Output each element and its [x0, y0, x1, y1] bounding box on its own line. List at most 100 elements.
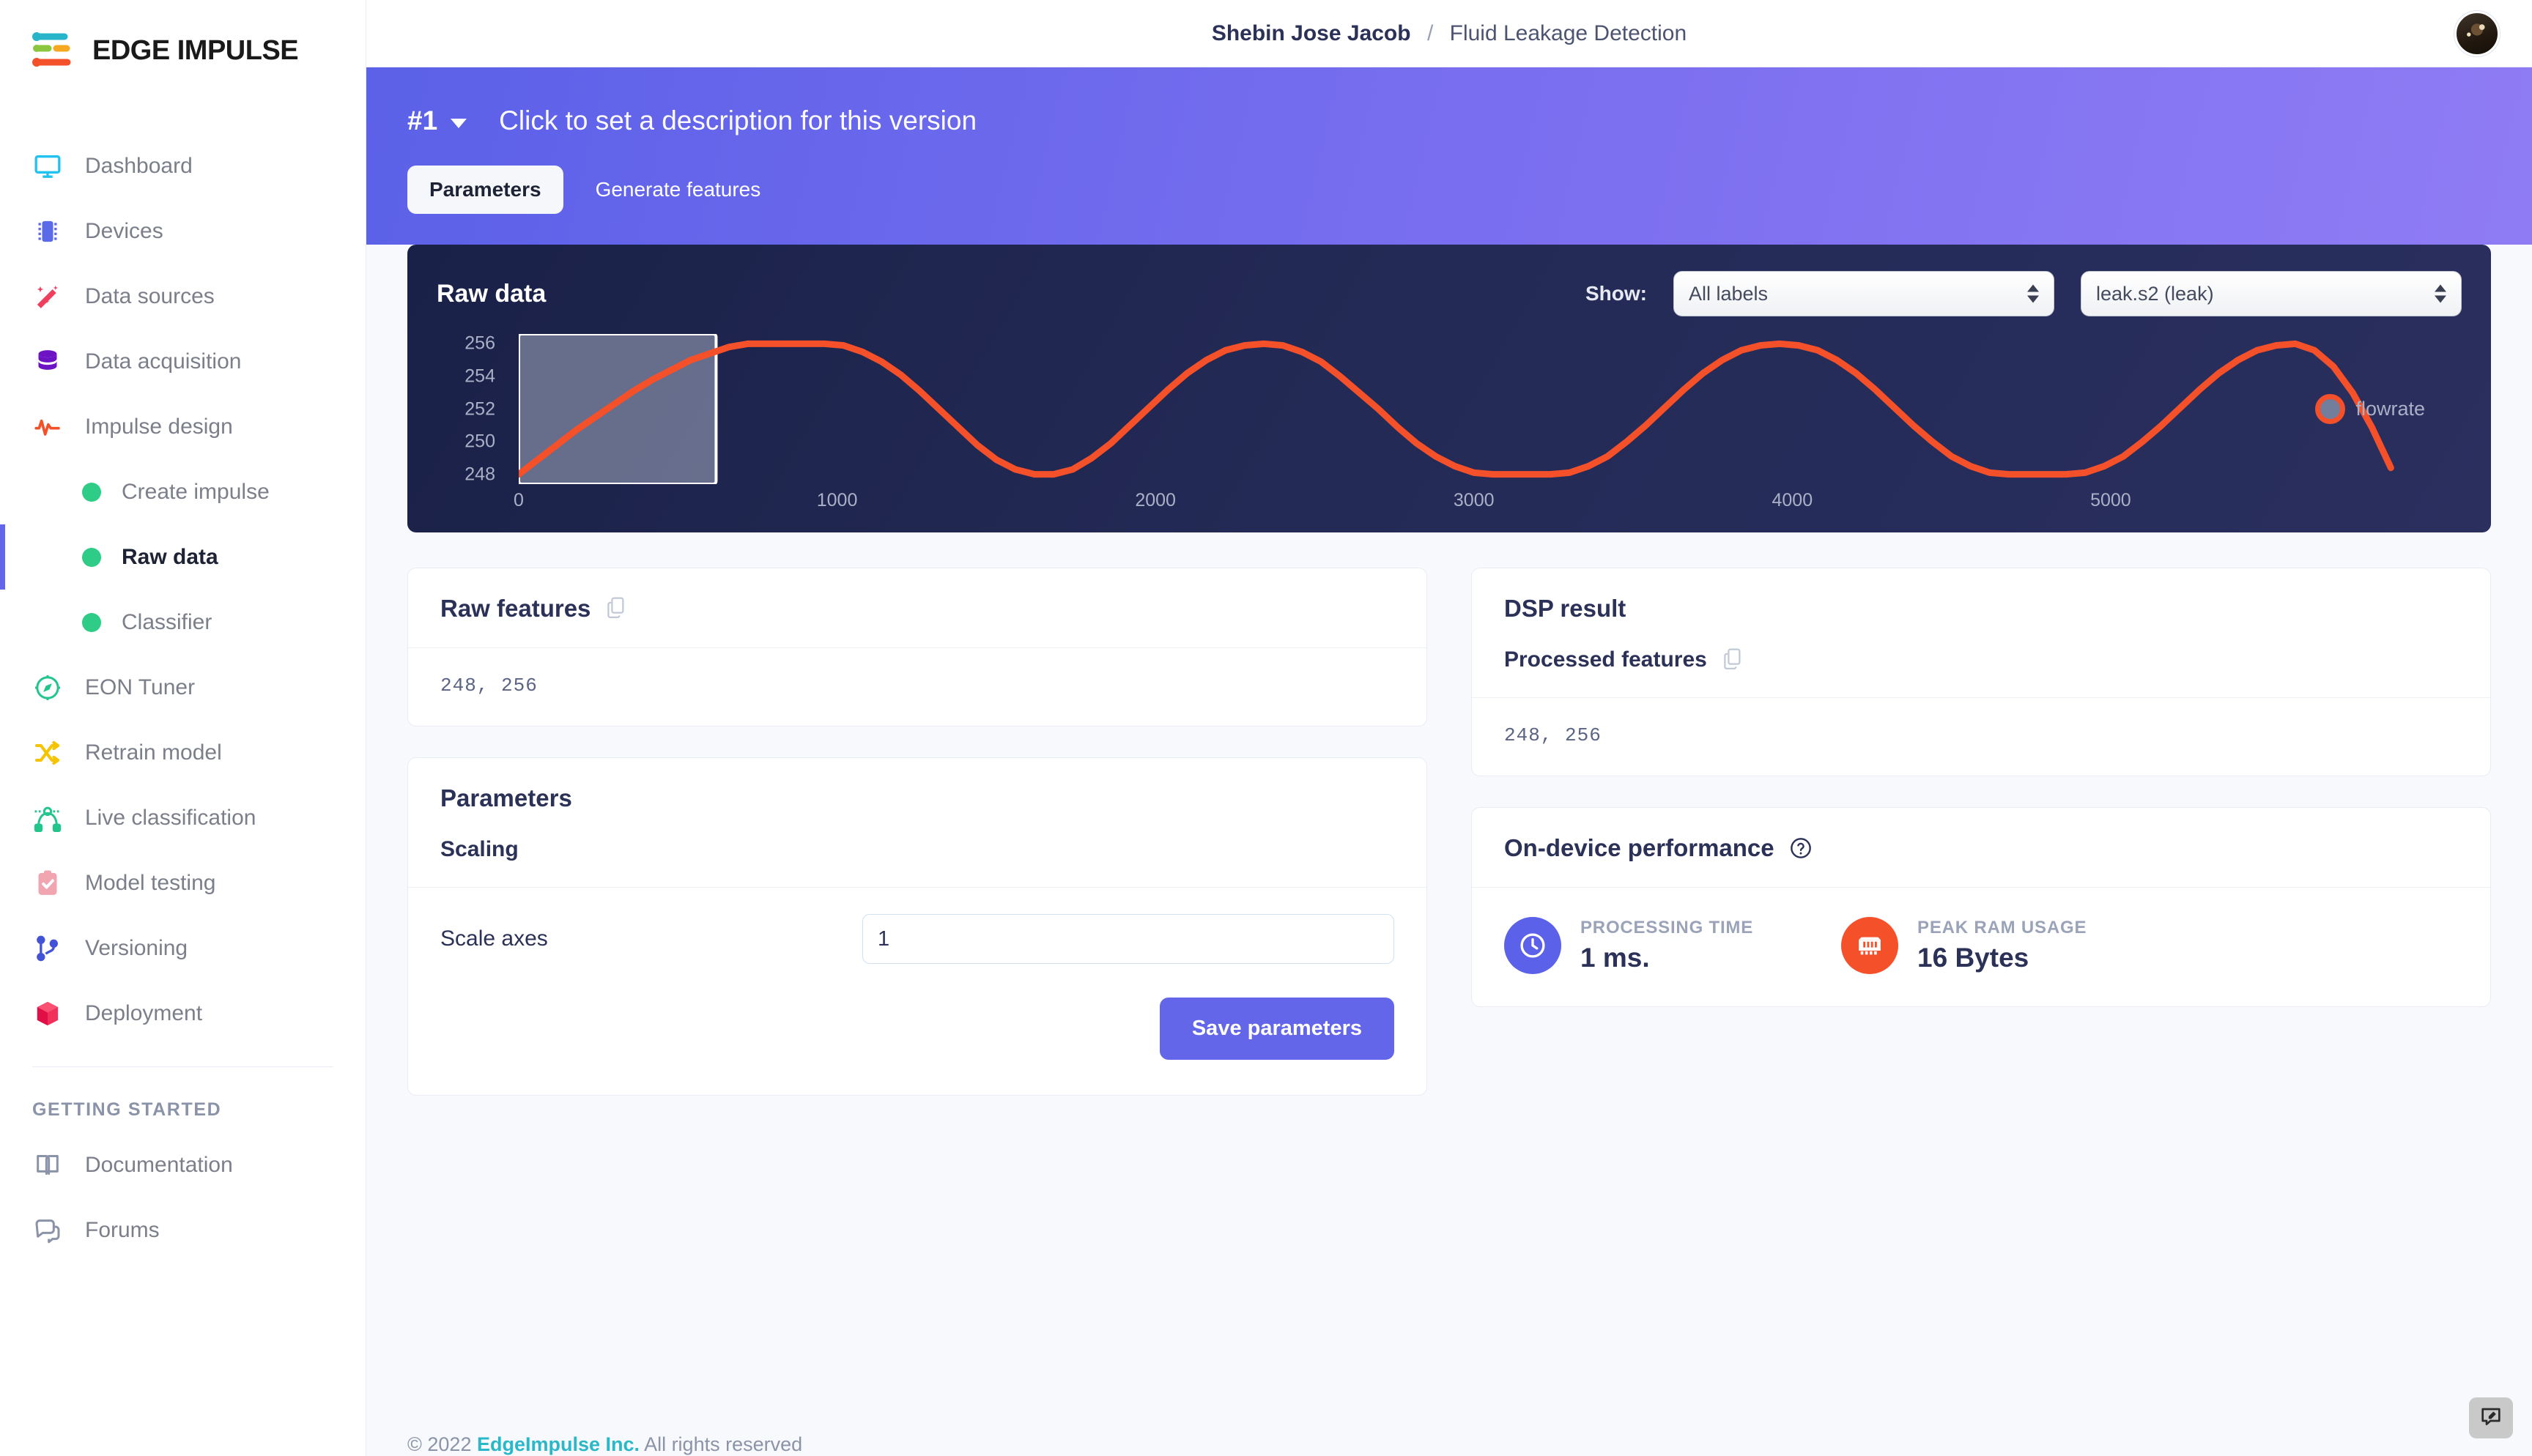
- sidebar-item-live-classification[interactable]: Live classification: [0, 785, 366, 850]
- sidebar-item-label: Versioning: [85, 935, 188, 960]
- sidebar-item-label: Model testing: [85, 870, 216, 895]
- brand-logo[interactable]: EDGE IMPULSE: [0, 25, 366, 76]
- edge-impulse-logo-icon: [32, 30, 78, 71]
- sidebar-item-label: Impulse design: [85, 414, 233, 439]
- clipboard-check-icon: [32, 868, 63, 899]
- compass-icon: [32, 672, 63, 703]
- breadcrumb: Shebin Jose Jacob / Fluid Leakage Detect…: [1212, 21, 1687, 46]
- magic-wand-icon: [32, 281, 63, 312]
- chat-icon: [32, 1215, 63, 1246]
- chart-controls: Show: All labels leak.s2 (leak): [1585, 271, 2462, 316]
- sidebar-item-label: Raw data: [122, 544, 218, 569]
- chip-icon: [32, 216, 63, 247]
- card-title: Parameters: [440, 784, 572, 811]
- performance-metrics: PROCESSING TIME 1 ms. PEAK RAM USAGE 16 …: [1472, 887, 2490, 1006]
- chevron-down-icon[interactable]: [451, 118, 467, 128]
- card-title: On-device performance: [1504, 834, 1774, 861]
- main-area: Shebin Jose Jacob / Fluid Leakage Detect…: [366, 0, 2532, 1456]
- sidebar-item-impulse-design[interactable]: Impulse design: [0, 394, 366, 459]
- version-description[interactable]: Click to set a description for this vers…: [499, 105, 977, 136]
- show-label: Show:: [1585, 282, 1647, 305]
- sample-select-value: leak.s2 (leak): [2096, 282, 2214, 305]
- top-bar: Shebin Jose Jacob / Fluid Leakage Detect…: [366, 0, 2532, 67]
- clock-icon: [1504, 917, 1561, 974]
- tab-generate-features[interactable]: Generate features: [574, 166, 783, 214]
- help-circle-icon[interactable]: [1789, 836, 1813, 860]
- raw-data-chart[interactable]: [519, 334, 2397, 484]
- metric-caption: PEAK RAM USAGE: [1917, 918, 2087, 937]
- legend-marker-icon: [2315, 394, 2346, 424]
- x-tick-label: 2000: [1135, 490, 1176, 510]
- sidebar-item-classifier[interactable]: Classifier: [0, 590, 366, 655]
- sidebar-item-create-impulse[interactable]: Create impulse: [0, 459, 366, 524]
- sidebar-item-devices[interactable]: Devices: [0, 198, 366, 264]
- card-title: Raw features: [440, 595, 591, 622]
- dsp-result-card: DSP result Processed features 248, 256: [1471, 568, 2491, 776]
- dsp-result-body: 248, 256: [1472, 697, 2490, 776]
- pulse-icon: [32, 412, 63, 442]
- sidebar-item-model-testing[interactable]: Model testing: [0, 850, 366, 915]
- raw-data-panel: Raw data Show: All labels leak.s2 (leak)…: [407, 245, 2491, 532]
- x-tick-label: 0: [514, 490, 524, 510]
- card-title: DSP result: [1504, 595, 1626, 622]
- sidebar-item-forums[interactable]: Forums: [0, 1197, 366, 1263]
- scaling-label: Scaling: [440, 837, 519, 861]
- version-banner: #1 Click to set a description for this v…: [366, 67, 2532, 245]
- metric-text: PROCESSING TIME 1 ms.: [1580, 918, 1753, 973]
- footer-copyright: © 2022: [407, 1433, 472, 1455]
- scale-axes-input[interactable]: [862, 914, 1394, 964]
- ram-chip-icon: [1841, 917, 1899, 974]
- sidebar-item-data-sources[interactable]: Data sources: [0, 264, 366, 329]
- labels-select[interactable]: All labels: [1673, 271, 2054, 316]
- save-parameters-button[interactable]: Save parameters: [1159, 998, 1394, 1060]
- sidebar-item-data-acquisition[interactable]: Data acquisition: [0, 329, 366, 394]
- sidebar-item-label: Create impulse: [122, 479, 270, 504]
- sidebar-item-label: Live classification: [85, 805, 256, 830]
- y-tick-label: 248: [464, 464, 495, 485]
- book-icon: [32, 1150, 63, 1181]
- y-tick-label: 250: [464, 431, 495, 452]
- footer-company[interactable]: EdgeImpulse Inc.: [477, 1433, 640, 1455]
- sidebar-item-eon-tuner[interactable]: EON Tuner: [0, 655, 366, 720]
- content: Raw data Show: All labels leak.s2 (leak)…: [366, 245, 2532, 1400]
- sidebar-item-dashboard[interactable]: Dashboard: [0, 133, 366, 198]
- sidebar-item-label: Devices: [85, 218, 163, 243]
- x-tick-label: 4000: [1772, 490, 1813, 510]
- sidebar-item-label: Deployment: [85, 1000, 203, 1025]
- sidebar-item-raw-data[interactable]: Raw data: [0, 524, 366, 590]
- status-dot-icon: [82, 482, 101, 502]
- copy-icon[interactable]: [1722, 647, 1744, 672]
- raw-features-card: Raw features 248, 256: [407, 568, 1427, 727]
- avatar[interactable]: [2454, 10, 2500, 56]
- sidebar-item-versioning[interactable]: Versioning: [0, 915, 366, 981]
- sample-select[interactable]: leak.s2 (leak): [2081, 271, 2462, 316]
- feedback-widget-button[interactable]: [2469, 1397, 2513, 1438]
- chart-selection-window[interactable]: [519, 334, 718, 484]
- scale-axes-row: Scale axes: [408, 914, 1426, 964]
- sidebar-item-deployment[interactable]: Deployment: [0, 981, 366, 1046]
- chart-legend: flowrate: [2315, 394, 2425, 424]
- metric-peak-ram-usage: PEAK RAM USAGE 16 Bytes: [1841, 917, 2087, 974]
- x-tick-label: 1000: [816, 490, 858, 510]
- breadcrumb-owner[interactable]: Shebin Jose Jacob: [1212, 21, 1411, 45]
- sidebar-item-retrain-model[interactable]: Retrain model: [0, 720, 366, 785]
- tab-parameters[interactable]: Parameters: [407, 166, 563, 214]
- left-column: Raw features 248, 256 Parameters Scaling…: [407, 568, 1427, 1096]
- y-axis-labels: 248 250 252 254 256: [437, 333, 495, 485]
- metric-text: PEAK RAM USAGE 16 Bytes: [1917, 918, 2087, 973]
- metric-value: 1 ms.: [1580, 943, 1650, 973]
- banner-tabs: Parameters Generate features: [407, 166, 2491, 214]
- shuffle-icon: [32, 738, 63, 768]
- sidebar-nav: Dashboard Devices Data sources Data acqu…: [0, 133, 366, 1263]
- version-row: #1 Click to set a description for this v…: [407, 105, 2491, 136]
- version-number[interactable]: #1: [407, 105, 437, 136]
- sidebar-item-label: Classifier: [122, 609, 212, 634]
- sidebar-item-documentation[interactable]: Documentation: [0, 1132, 366, 1197]
- box-icon: [32, 998, 63, 1029]
- breadcrumb-project[interactable]: Fluid Leakage Detection: [1450, 21, 1687, 45]
- x-axis-labels: 0 1000 2000 3000 4000 5000: [514, 484, 2462, 513]
- y-tick-label: 254: [464, 365, 495, 387]
- copy-icon[interactable]: [605, 596, 627, 621]
- sidebar-item-label: Dashboard: [85, 153, 193, 178]
- metric-value: 16 Bytes: [1917, 943, 2029, 973]
